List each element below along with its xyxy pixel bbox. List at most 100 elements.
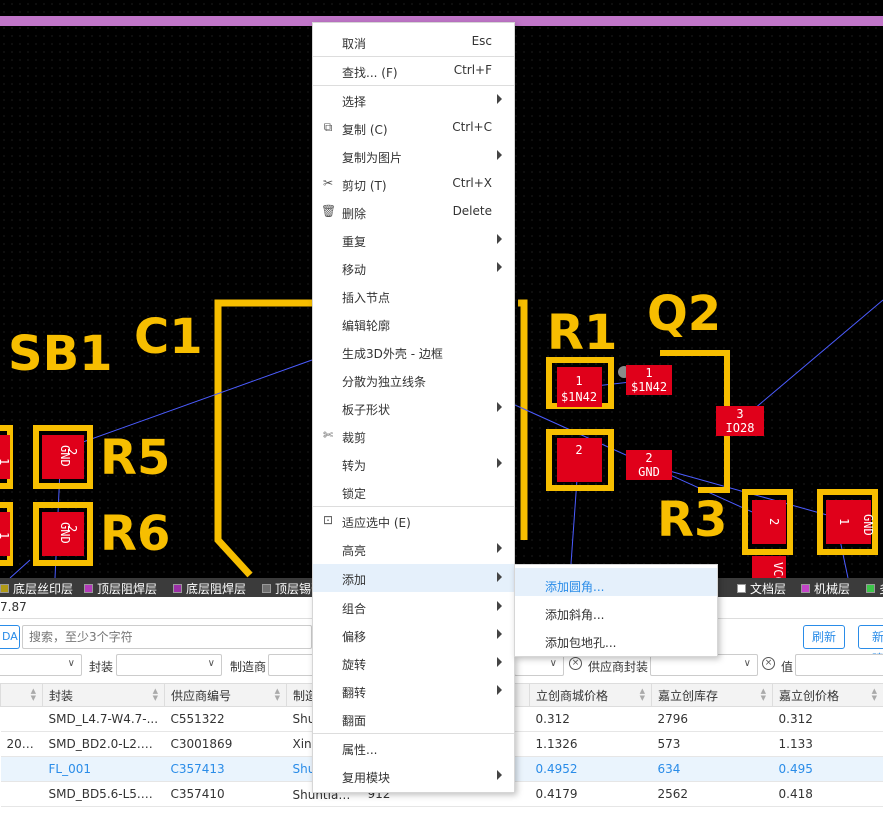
menu-item-flip[interactable]: 翻转 (313, 677, 514, 705)
table-cell: 0.312 (529, 706, 652, 732)
menu-item-add[interactable]: 添加 (313, 564, 514, 592)
menu-item-repeat[interactable]: 重复 (313, 226, 514, 254)
menu-item-fit-selection[interactable]: ⊡ 适应选中 (E) (313, 507, 514, 535)
r3-pad1-num: 1 (837, 518, 851, 525)
menu-item-clip[interactable]: ✄ 裁剪 (313, 422, 514, 450)
layer-label: 机械层 (814, 582, 851, 596)
menu-item-select[interactable]: 选择 (313, 86, 514, 114)
value-input[interactable] (795, 654, 883, 676)
menu-item-board-shape[interactable]: 板子形状 (313, 394, 514, 422)
layer-document[interactable]: 文档层 (737, 580, 786, 597)
chevron-down-icon: ∨ (207, 658, 215, 669)
designator-c1: C1 (134, 309, 203, 365)
category-select[interactable]: ∨ (0, 654, 82, 676)
submenu-item-add-fillet[interactable]: 添加圆角... (515, 568, 717, 596)
crop-scissors-icon: ✄ (322, 428, 334, 442)
submenu-arrow-icon (497, 234, 502, 244)
menu-item-rotate[interactable]: 旋转 (313, 649, 514, 677)
chevron-down-icon: ∨ (67, 658, 75, 669)
table-cell: 2796 (651, 706, 773, 732)
layer-bottom-silk[interactable]: 底层丝印层 (0, 580, 73, 597)
menu-item-convert[interactable]: 转为 (313, 450, 514, 478)
menu-item-explode-lines[interactable]: 分散为独立线条 (313, 366, 514, 394)
layer-top-solder-mask[interactable]: 顶层阻焊层 (84, 580, 157, 597)
library-tab[interactable]: DA (0, 625, 20, 649)
table-cell: 2562 (651, 781, 773, 807)
chevron-down-icon: ∨ (743, 658, 751, 669)
submenu-arrow-icon (497, 770, 502, 780)
submenu-arrow-icon (497, 150, 502, 160)
menu-item-copy[interactable]: ⧉ 复制 (C) Ctrl+C (313, 114, 514, 142)
context-menu: 取消 Esc 查找... (F) Ctrl+F 选择 ⧉ 复制 (C) Ctrl+C 复… (312, 22, 515, 793)
menu-item-highlight[interactable]: 高亮 (313, 535, 514, 563)
table-cell (0, 756, 43, 782)
menu-item-delete[interactable]: 🗑 删除 Delete (313, 198, 514, 226)
menu-item-generate-3d-shell[interactable]: 生成3D外壳 - 边框 (313, 338, 514, 366)
table-cell: FL_001 (42, 756, 165, 782)
designator-q2: Q2 (647, 286, 721, 342)
column-header[interactable]: 嘉立创库存 ▲ ▼ (651, 683, 773, 707)
r1-pad1-num: 1 (575, 374, 582, 388)
menu-item-offset[interactable]: 偏移 (313, 621, 514, 649)
package-select[interactable]: ∨ (116, 654, 222, 676)
table-cell: SMD_L4.7-W4.7-... (42, 706, 165, 732)
layer-mechanical[interactable]: 机械层 (801, 580, 850, 597)
submenu-arrow-icon (497, 94, 502, 104)
designator-r6: R6 (100, 506, 170, 562)
table-cell: C357410 (164, 781, 287, 807)
menu-item-move[interactable]: 移动 (313, 254, 514, 282)
menu-item-flip-side[interactable]: 翻面 (313, 705, 514, 733)
submenu-arrow-icon (497, 262, 502, 272)
sort-icon: ▲ ▼ (274, 687, 280, 702)
supplier-package-select[interactable]: ∨ (650, 654, 758, 676)
layer-swatch-icon (84, 584, 93, 593)
submenu-item-add-stitching-vias[interactable]: 添加包地孔... (515, 624, 717, 652)
designator-r1: R1 (547, 305, 617, 361)
column-header[interactable]: 供应商编号 ▲ ▼ (164, 683, 287, 707)
package-filter-label: 封装 (89, 660, 114, 674)
table-cell: 0.312 (772, 706, 883, 732)
manufacturer-select[interactable] (268, 654, 314, 676)
table-cell: 0.4179 (529, 781, 652, 807)
supplier-package-filter-label: 供应商封装 (588, 660, 649, 674)
column-header[interactable]: 立创商城价格 ▲ ▼ (529, 683, 652, 707)
refresh-button[interactable]: 刷新 (803, 625, 846, 649)
sort-icon: ▲ ▼ (760, 687, 766, 702)
column-header[interactable]: ▲ ▼ (0, 683, 43, 707)
menu-item-reuse-module[interactable]: 复用模块 (313, 762, 514, 790)
menu-item-lock[interactable]: 锁定 (313, 478, 514, 506)
layer-label: 底层丝印层 (13, 582, 74, 596)
menu-item-copy-as-image[interactable]: 复制为图片 (313, 142, 514, 170)
submenu-arrow-icon (497, 572, 502, 582)
menu-item-find[interactable]: 查找... (F) Ctrl+F (313, 57, 514, 85)
q2-pad3-net: IO28 (726, 421, 755, 435)
clear-icon[interactable]: × (569, 657, 582, 670)
sort-icon: ▲ ▼ (639, 687, 645, 702)
table-cell: 0.495 (772, 756, 883, 782)
layer-multi[interactable]: 多 (866, 580, 883, 597)
manufacturer-select-tail[interactable]: ∨ (514, 654, 564, 676)
new-button[interactable]: 新建 (858, 625, 883, 666)
menu-item-group[interactable]: 组合 (313, 593, 514, 621)
scissors-icon: ✂ (322, 176, 334, 190)
table-cell: 1.133 (772, 731, 883, 757)
layer-bottom-solder-mask[interactable]: 底层阻焊层 (173, 580, 246, 597)
submenu-item-add-chamfer[interactable]: 添加斜角... (515, 596, 717, 624)
r1-pad1-net: $1N42 (561, 390, 597, 404)
menu-item-properties[interactable]: 属性... (313, 734, 514, 762)
designator-r5: R5 (100, 430, 170, 486)
menu-item-insert-node[interactable]: 插入节点 (313, 282, 514, 310)
search-input[interactable] (22, 625, 312, 649)
table-cell: 20-G5 (0, 731, 43, 757)
submenu-arrow-icon (497, 543, 502, 553)
column-header[interactable]: 嘉立创价格 ▲ ▼ (772, 683, 883, 707)
menu-item-edit-outline[interactable]: 编辑轮廓 (313, 310, 514, 338)
table-cell: SMD_BD2.0-L2.0... (42, 731, 165, 757)
clear-icon[interactable]: × (762, 657, 775, 670)
menu-item-cancel[interactable]: 取消 Esc (313, 28, 514, 56)
layer-label: 文档层 (750, 582, 787, 596)
menu-item-cut[interactable]: ✂ 剪切 (T) Ctrl+X (313, 170, 514, 198)
r5-pad2-net: GND (58, 445, 72, 467)
column-header[interactable]: 封装 ▲ ▼ (42, 683, 165, 707)
value-filter-label: 值 (781, 660, 794, 674)
